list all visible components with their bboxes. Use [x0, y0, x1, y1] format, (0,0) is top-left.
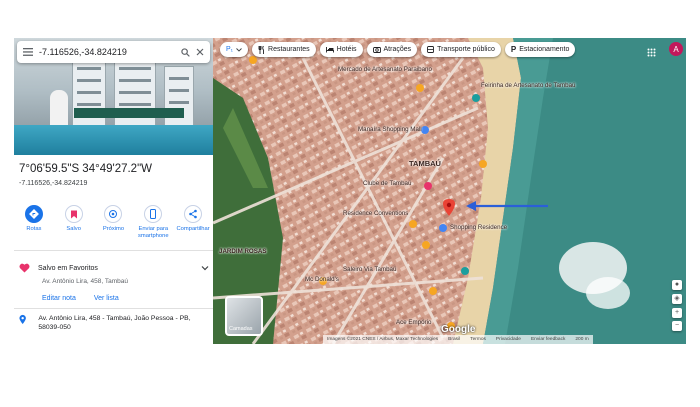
poi-label[interactable]: Mc Donald's	[305, 276, 339, 283]
poi-label[interactable]: Mercado de Artesanato Paraibano	[338, 66, 432, 73]
maps-window: -7.116526,-34.824219 7°06'59.5"S 34°49'2…	[14, 38, 686, 344]
chip-label: Hotéis	[336, 46, 357, 53]
search-box[interactable]: -7.116526,-34.824219	[17, 41, 210, 63]
neighborhood-label: TAMBAÚ	[409, 159, 441, 168]
google-logo: Google	[441, 324, 476, 335]
saved-label: Salvo em Favoritos	[38, 264, 98, 272]
chip-hotels[interactable]: Hotéis	[319, 42, 363, 57]
parking-icon: P	[510, 45, 517, 54]
chip-restaurants[interactable]: Restaurantes	[252, 42, 316, 57]
zoom-out-button[interactable]: −	[672, 321, 682, 331]
share-label: Compartilhar	[176, 226, 210, 232]
privacy-link[interactable]: Privacidade	[496, 337, 521, 342]
send-to-phone-label: Enviar para smartphone	[137, 226, 169, 239]
photo-pergola	[74, 108, 184, 118]
save-button[interactable]: Salvo	[57, 205, 91, 239]
chip-label: Atrações	[383, 46, 412, 53]
photo-pool	[14, 125, 213, 155]
chevron-down-icon[interactable]	[201, 265, 209, 271]
full-address: Av. Antônio Lira, 458 - Tambaú, João Pes…	[38, 315, 191, 331]
imagery-credit: Imagens ©2021 CNES / Airbus, Maxar Techn…	[327, 337, 439, 342]
place-panel: -7.116526,-34.824219 7°06'59.5"S 34°49'2…	[14, 38, 213, 344]
divider	[14, 308, 213, 309]
saved-list-row[interactable]: Salvo em Favoritos	[19, 260, 209, 276]
account-avatar[interactable]: A	[669, 42, 683, 56]
send-to-phone-button[interactable]: Enviar para smartphone	[136, 205, 170, 239]
send-to-phone-icon	[150, 209, 157, 219]
chip-attractions[interactable]: Atrações	[366, 42, 418, 57]
directions-button[interactable]: Rotas	[17, 205, 51, 239]
chip-label: Restaurantes	[268, 46, 310, 53]
bookmark-icon	[70, 210, 77, 218]
close-icon[interactable]	[196, 48, 204, 56]
search-input[interactable]: -7.116526,-34.824219	[39, 47, 175, 57]
satellite-map[interactable]: Mercado de Artesanato Paraibano Feirinha…	[213, 38, 686, 344]
directions-icon	[28, 209, 39, 219]
poi-label[interactable]: Feirinha de Artesanato de Tambaú	[481, 82, 575, 89]
heart-icon	[19, 263, 30, 273]
place-title: 7°06'59.5"S 34°49'27.2"W	[19, 163, 153, 175]
view-list-link[interactable]: Ver lista	[94, 295, 119, 302]
compass-icon[interactable]: ◈	[672, 294, 682, 304]
save-label: Salvo	[66, 226, 81, 232]
feedback-link[interactable]: Enviar feedback	[531, 337, 565, 342]
share-icon	[189, 209, 197, 219]
chip-transit[interactable]: Transporte público	[421, 42, 501, 57]
location-pin-icon	[19, 314, 26, 325]
chevron-down-icon	[236, 47, 242, 52]
menu-icon[interactable]	[23, 48, 33, 56]
layers-label: Camadas	[229, 326, 253, 332]
terms-link[interactable]: Termos	[470, 337, 486, 342]
share-button[interactable]: Compartilhar	[176, 205, 210, 239]
saved-links: Editar nota Ver lista	[42, 295, 119, 302]
layers-toggle[interactable]: Camadas	[225, 296, 263, 336]
poi-label[interactable]: Clube de Tambaú	[363, 180, 411, 187]
fork-knife-icon	[258, 45, 264, 54]
chip-parking[interactable]: P Estacionamento	[504, 42, 576, 57]
nearby-button[interactable]: Próximo	[96, 205, 130, 239]
apps-grid-icon[interactable]	[647, 44, 656, 62]
photo-building	[164, 66, 194, 128]
chip-label: Transporte público	[437, 46, 495, 53]
edit-note-link[interactable]: Editar nota	[42, 295, 76, 302]
category-chips: P₁ Restaurantes Hotéis Atrações Transpor…	[220, 42, 576, 57]
chip-label: Estacionamento	[519, 46, 570, 53]
poi-label[interactable]: Residence Conventions	[343, 210, 408, 217]
poi-label[interactable]: Shopping Residence	[450, 224, 507, 231]
place-coords: -7.116526,-34.824219	[19, 180, 88, 187]
bed-icon	[325, 47, 334, 53]
directions-label: Rotas	[26, 226, 42, 232]
scale-bar: 200 m	[575, 337, 589, 342]
camera-icon	[372, 47, 381, 53]
search-icon[interactable]	[181, 47, 190, 57]
map-layer-selector[interactable]: P₁	[220, 42, 249, 57]
poi-label[interactable]: Saleiro Via Tambaú	[343, 266, 396, 273]
divider	[14, 250, 213, 251]
map-imagery[interactable]	[213, 38, 686, 344]
nearby-label: Próximo	[102, 226, 125, 232]
map-attribution: Imagens ©2021 CNES / Airbus, Maxar Techn…	[323, 335, 593, 344]
street-view-icon[interactable]: ●	[672, 280, 682, 290]
bus-icon	[427, 45, 435, 53]
address-row[interactable]: Av. Antônio Lira, 458 - Tambaú, João Pes…	[19, 314, 209, 332]
country-link[interactable]: Brasil	[448, 337, 460, 342]
poi-label[interactable]: Manaíra Shopping Mall	[358, 126, 422, 133]
action-bar: Rotas Salvo Próximo Enviar para smartpho…	[14, 205, 213, 239]
saved-address: Av. Antônio Lira, 458, Tambaú	[42, 278, 129, 285]
poi-label[interactable]: Ace Empório	[396, 319, 431, 326]
neighborhood-label: JARDIM ROSAS	[219, 248, 267, 255]
nearby-icon	[109, 210, 118, 218]
zoom-in-button[interactable]: +	[672, 308, 682, 318]
cloud	[586, 277, 630, 309]
